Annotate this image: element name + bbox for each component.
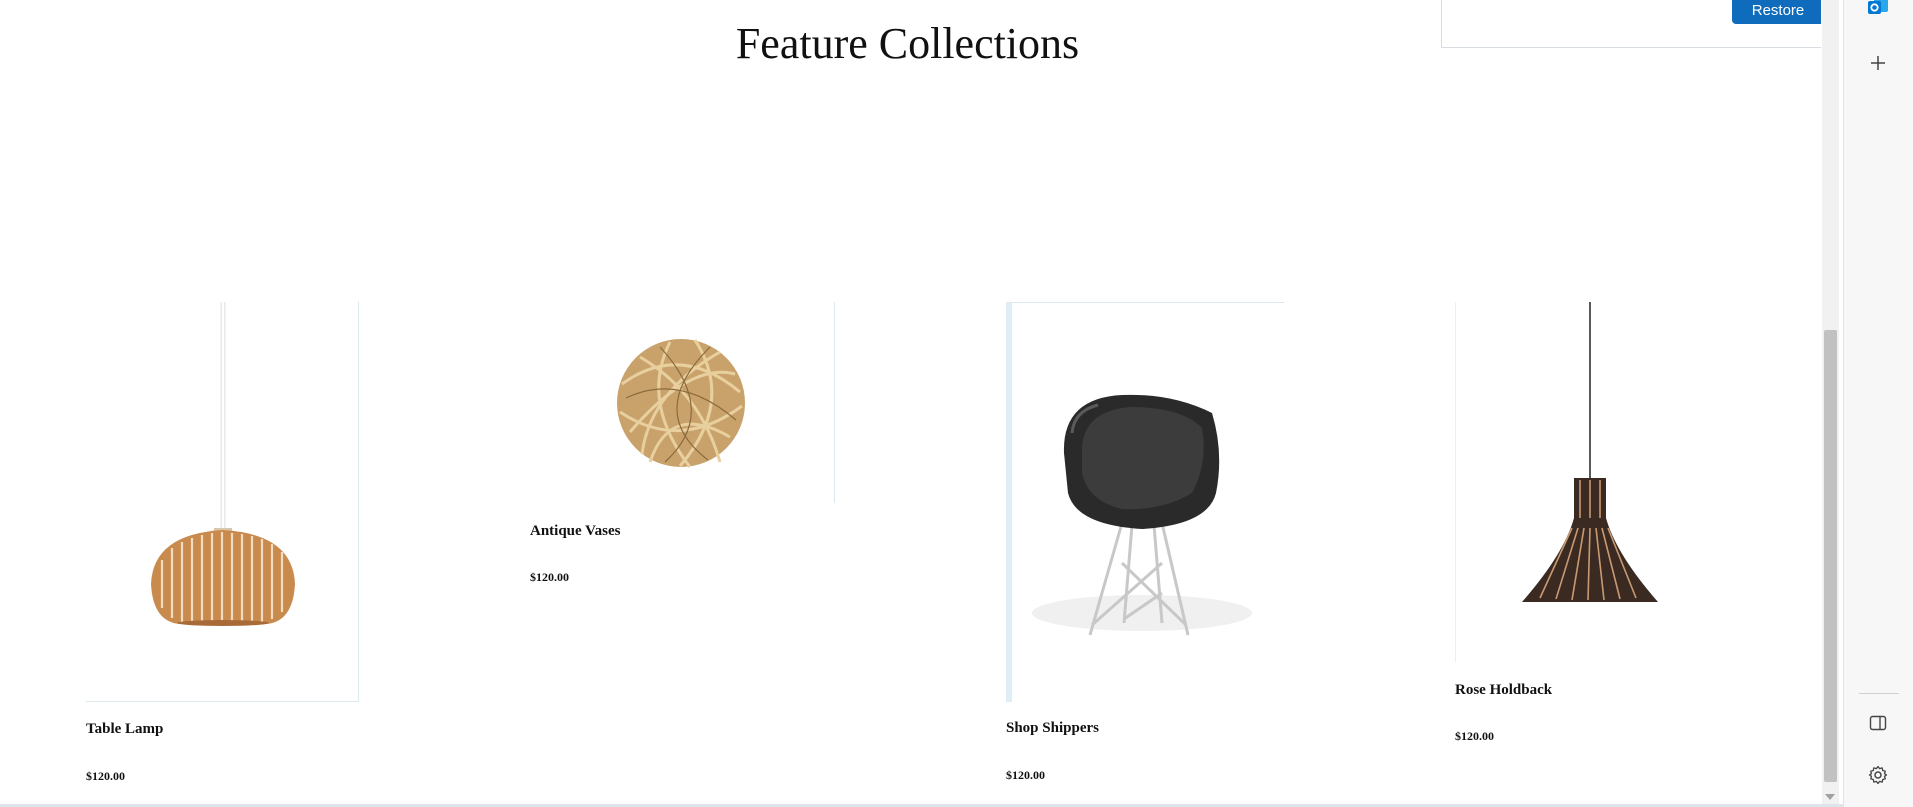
- scroll-down-arrow-icon[interactable]: [1825, 794, 1835, 800]
- product-card-rose-holdback[interactable]: Rose Holdback $120.00: [1455, 302, 1755, 752]
- split-screen-icon[interactable]: [1862, 707, 1894, 739]
- product-image[interactable]: [1455, 302, 1695, 662]
- black-shell-chair-image: [1032, 394, 1252, 636]
- product-name[interactable]: Antique Vases: [530, 523, 620, 540]
- product-image[interactable]: [86, 302, 359, 702]
- browser-sidebar: [1843, 0, 1913, 807]
- product-card-shop-shippers[interactable]: Shop Shippers $120.00: [1006, 302, 1306, 792]
- product-name[interactable]: Rose Holdback: [1455, 682, 1552, 699]
- wooden-pendant-lamp-image: [151, 302, 295, 626]
- scrollbar-thumb[interactable]: [1824, 330, 1837, 782]
- dark-slatted-pendant-image: [1522, 302, 1658, 602]
- vertical-scrollbar[interactable]: [1822, 0, 1839, 804]
- sidebar-divider: [1859, 693, 1899, 694]
- wicker-ball-image: [617, 339, 745, 468]
- product-price: $120.00: [1455, 729, 1494, 743]
- product-image[interactable]: [530, 302, 835, 503]
- restore-notification: Restore: [1441, 0, 1821, 48]
- product-card-table-lamp[interactable]: Table Lamp $120.00: [86, 302, 386, 792]
- outlook-icon[interactable]: [1862, 0, 1894, 23]
- product-name[interactable]: Shop Shippers: [1006, 720, 1099, 737]
- settings-icon[interactable]: [1862, 759, 1894, 791]
- product-card-antique-vases[interactable]: Antique Vases $120.00: [530, 302, 840, 602]
- product-price: $120.00: [86, 769, 125, 783]
- product-name[interactable]: Table Lamp: [86, 721, 163, 738]
- product-price: $120.00: [530, 570, 569, 584]
- product-image[interactable]: [1006, 302, 1284, 702]
- restore-button[interactable]: Restore: [1732, 0, 1821, 24]
- plus-icon[interactable]: [1862, 47, 1894, 79]
- product-price: $120.00: [1006, 768, 1045, 782]
- page-viewport: Feature Collections Table Lamp $120.00 A…: [0, 0, 1821, 804]
